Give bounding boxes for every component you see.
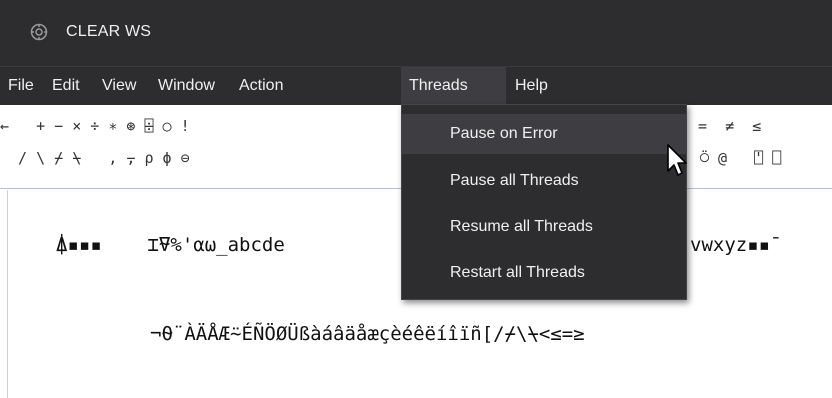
window-title: CLEAR WS (66, 23, 152, 40)
symbol-row-2[interactable]: / \ ⌿ ⍀ , ⍪ ρ ϕ ⊖ (0, 149, 190, 167)
menu-item-resume-all-threads[interactable]: Resume all Threads (402, 207, 686, 247)
symbol-row-1[interactable]: ← + − × ÷ ∗ ⊛ ⌹ ○ ! (0, 117, 190, 135)
menu-item-restart-all-threads[interactable]: Restart all Threads (402, 253, 686, 293)
menu-item-pause-on-error[interactable]: Pause on Error (402, 114, 686, 154)
editor-left-border (7, 190, 8, 398)
menu-threads[interactable]: Threads (401, 67, 506, 105)
title-bar: CLEAR WS (0, 0, 832, 66)
menu-item-pause-all-threads[interactable]: Pause all Threads (402, 161, 686, 201)
menu-bar: File Edit View Window Action Threads Hel… (0, 66, 832, 105)
menu-file[interactable]: File (0, 67, 42, 105)
mouse-pointer-icon (667, 144, 687, 176)
menu-action[interactable]: Action (231, 67, 291, 105)
menu-view[interactable]: View (94, 67, 144, 105)
menu-window[interactable]: Window (150, 67, 223, 105)
symbol-row-1-right[interactable]: = ≠ ≤ (698, 117, 761, 135)
editor-line-2: ¬⍬¨ÀÄÅÆ⍨ÉÑÖØÜßàáâäåæçèéêëíîïñ[/⌿\⍀<≤=≥ (150, 323, 585, 345)
editor-line-1-right: vwxyz▪▪¯ (690, 234, 782, 256)
threads-dropdown-menu: Pause on Error Pause all Threads Resume … (401, 104, 687, 300)
menu-edit[interactable]: Edit (44, 67, 88, 105)
menu-help[interactable]: Help (507, 67, 556, 105)
app-logo-icon (30, 23, 48, 41)
editor-line-1: ⍋▪▪▪ ⌶⍫%'⍺⍵_abcde (56, 234, 285, 256)
symbol-row-2-right[interactable]: ⍥ @ ⍞ ⎕ (700, 149, 781, 167)
